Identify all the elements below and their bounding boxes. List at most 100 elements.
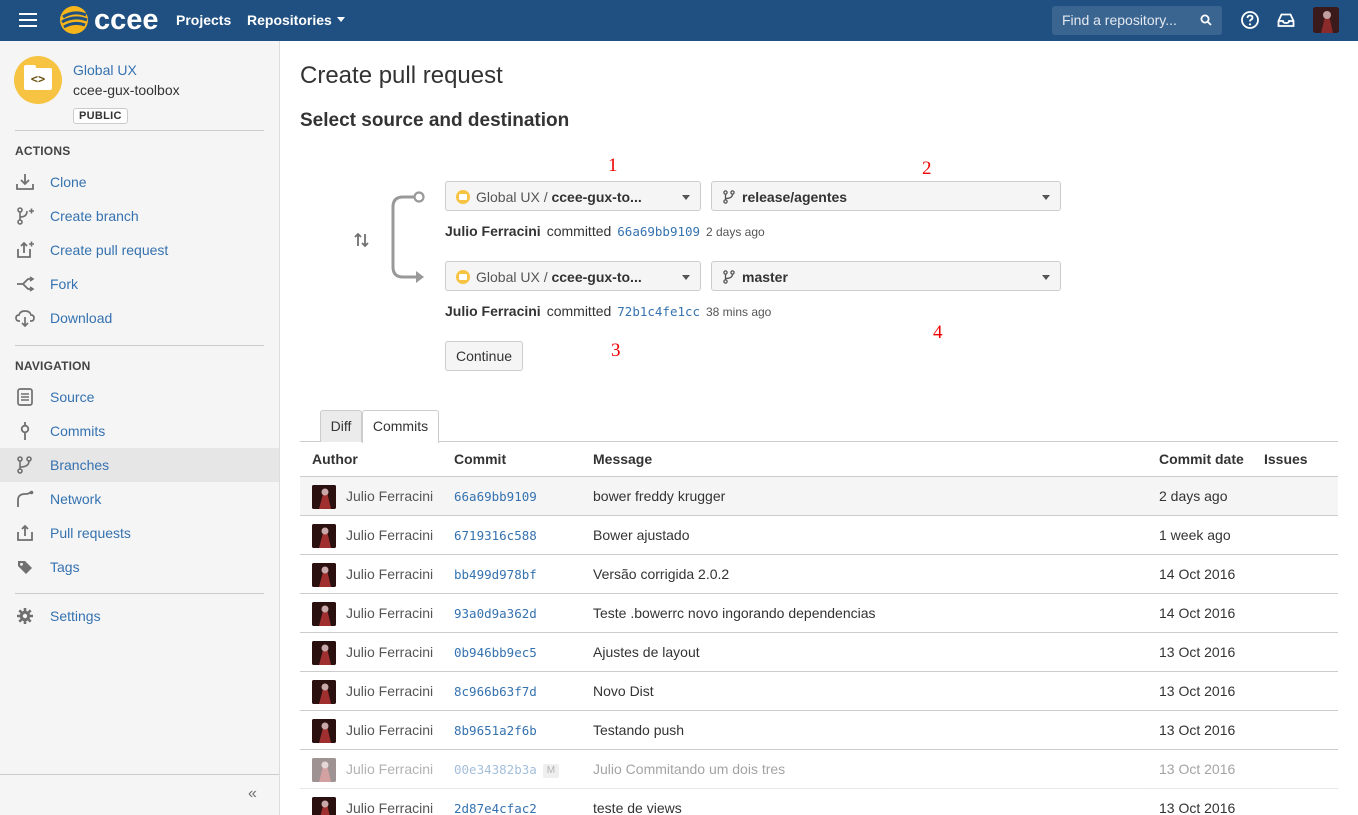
commit-hash[interactable]: 66a69bb9109 (454, 489, 537, 504)
annotation-2: 2 (922, 158, 932, 179)
table-row[interactable]: Julio Ferracini 66a69bb9109 bower freddy… (300, 477, 1338, 516)
source-commit-hash[interactable]: 66a69bb9109 (617, 224, 700, 239)
commit-date: 13 Oct 2016 (1159, 761, 1236, 777)
sidebar-item-clone[interactable]: Clone (0, 165, 279, 199)
chevron-down-icon (1042, 195, 1050, 200)
branch-icon (723, 270, 735, 284)
nav-projects[interactable]: Projects (176, 12, 231, 28)
sidebar-item-label: Fork (50, 276, 78, 292)
sidebar-item-label: Tags (50, 559, 80, 575)
sidebar-item-download[interactable]: Download (0, 301, 279, 335)
table-row[interactable]: Julio Ferracini bb499d978bf Versão corri… (300, 555, 1338, 594)
chevron-down-icon (682, 195, 690, 200)
commit-message: Versão corrigida 2.0.2 (593, 566, 730, 582)
destination-commit-hash[interactable]: 72b1c4fe1cc (617, 304, 700, 319)
clone-icon (16, 174, 34, 190)
tab-diff[interactable]: Diff (320, 410, 362, 442)
table-row[interactable]: Julio Ferracini 6719316c588 Bower ajusta… (300, 516, 1338, 555)
project-link[interactable]: Global UX (73, 62, 137, 78)
sidebar-item-commits[interactable]: Commits (0, 414, 279, 448)
user-avatar[interactable] (1313, 7, 1339, 33)
commit-hash[interactable]: 93a0d9a362d (454, 606, 537, 621)
sidebar-item-create-pull-request[interactable]: Create pull request (0, 233, 279, 267)
menu-icon[interactable] (19, 13, 37, 27)
sidebar-item-fork[interactable]: Fork (0, 267, 279, 301)
source-branch-select[interactable]: release/agentes (711, 181, 1061, 211)
commit-author: Julio Ferracini (346, 761, 434, 777)
table-row[interactable]: Julio Ferracini 00e34382b3a M Julio Commi… (300, 750, 1338, 789)
branches-icon (17, 456, 32, 474)
navigation-heading: NAVIGATION (15, 359, 91, 373)
repository-avatar: <> (14, 56, 62, 104)
author-avatar (312, 797, 336, 815)
repository-search-input[interactable]: Find a repository... (1052, 6, 1222, 35)
sidebar-item-settings[interactable]: Settings (0, 599, 279, 633)
source-repository-select[interactable]: Global UX / ccee-gux-to... (445, 181, 701, 211)
author-avatar (312, 602, 336, 626)
code-icon: <> (30, 72, 46, 86)
destination-commit-author: Julio Ferracini (445, 303, 541, 319)
sidebar-item-label: Settings (50, 608, 101, 624)
tags-icon (18, 561, 32, 574)
gear-icon (17, 608, 33, 624)
commit-hash[interactable]: 2d87e4cfac2 (454, 801, 537, 815)
commit-hash[interactable]: 0b946bb9ec5 (454, 645, 537, 660)
commit-date: 13 Oct 2016 (1159, 800, 1236, 815)
nav-repositories[interactable]: Repositories (247, 12, 345, 28)
table-row[interactable]: Julio Ferracini 0b946bb9ec5 Ajustes de l… (300, 633, 1338, 672)
commit-message: Teste .bowerrc novo ingorando dependenci… (593, 605, 876, 621)
column-header-commit-date: Commit date (1159, 451, 1244, 467)
swap-branches-icon[interactable] (353, 231, 371, 249)
inbox-icon[interactable] (1276, 10, 1296, 30)
commit-hash[interactable]: 8b9651a2f6b (454, 723, 537, 738)
chevron-down-icon (336, 16, 345, 22)
author-avatar (312, 485, 336, 509)
sidebar-item-create-branch[interactable]: Create branch (0, 199, 279, 233)
author-avatar (312, 524, 336, 548)
sidebar-item-label: Create branch (50, 208, 139, 224)
table-row[interactable]: Julio Ferracini 2d87e4cfac2 teste de vie… (300, 789, 1338, 815)
repository-icon (456, 190, 470, 204)
destination-repository-select[interactable]: Global UX / ccee-gux-to... (445, 261, 701, 291)
top-navigation-bar: ccee Projects Repositories Find a reposi… (0, 0, 1358, 41)
commit-date: 14 Oct 2016 (1159, 566, 1236, 582)
table-row[interactable]: Julio Ferracini 93a0d9a362d Teste .bower… (300, 594, 1338, 633)
ccee-logo-icon (60, 6, 88, 34)
sidebar-item-label: Branches (50, 457, 110, 473)
table-row[interactable]: Julio Ferracini 8b9651a2f6b Testando pus… (300, 711, 1338, 750)
author-avatar (312, 563, 336, 587)
repository-icon (456, 270, 470, 284)
destination-commit-verb: committed (546, 303, 612, 319)
commit-hash[interactable]: 8c966b63f7d (454, 684, 537, 699)
commit-author: Julio Ferracini (346, 566, 434, 582)
sidebar-item-pull-requests[interactable]: Pull requests (0, 516, 279, 550)
destination-repo-name: ccee-gux-to... (551, 269, 642, 285)
collapse-sidebar-icon[interactable]: « (248, 785, 257, 803)
destination-commit-time: 38 mins ago (705, 305, 772, 319)
commit-date: 13 Oct 2016 (1159, 683, 1236, 699)
logo[interactable]: ccee (58, 4, 159, 36)
sidebar-item-network[interactable]: Network (0, 482, 279, 516)
sidebar-item-source[interactable]: Source (0, 380, 279, 414)
commit-hash[interactable]: bb499d978bf (454, 567, 537, 582)
commit-author: Julio Ferracini (346, 722, 434, 738)
merge-badge: M (542, 764, 560, 778)
commit-hash-cell[interactable]: 00e34382b3a M (454, 762, 560, 778)
sidebar-item-tags[interactable]: Tags (0, 550, 279, 584)
help-icon[interactable] (1240, 10, 1260, 30)
sidebar-divider (15, 593, 264, 594)
annotation-3: 3 (611, 340, 621, 361)
source-commit-author: Julio Ferracini (445, 223, 541, 239)
source-destination-connector (391, 191, 425, 283)
sidebar-item-branches[interactable]: Branches (0, 448, 279, 482)
commit-hash[interactable]: 6719316c588 (454, 528, 537, 543)
search-icon[interactable] (1200, 14, 1212, 26)
column-header-commit: Commit (454, 451, 507, 467)
continue-button[interactable]: Continue (445, 341, 523, 371)
destination-branch-select[interactable]: master (711, 261, 1061, 291)
sidebar-item-label: Pull requests (50, 525, 131, 541)
table-row[interactable]: Julio Ferracini 8c966b63f7d Novo Dist 13… (300, 672, 1338, 711)
section-title: Select source and destination (300, 110, 570, 131)
tab-commits[interactable]: Commits (362, 410, 439, 443)
commit-message: Testando push (593, 722, 685, 738)
